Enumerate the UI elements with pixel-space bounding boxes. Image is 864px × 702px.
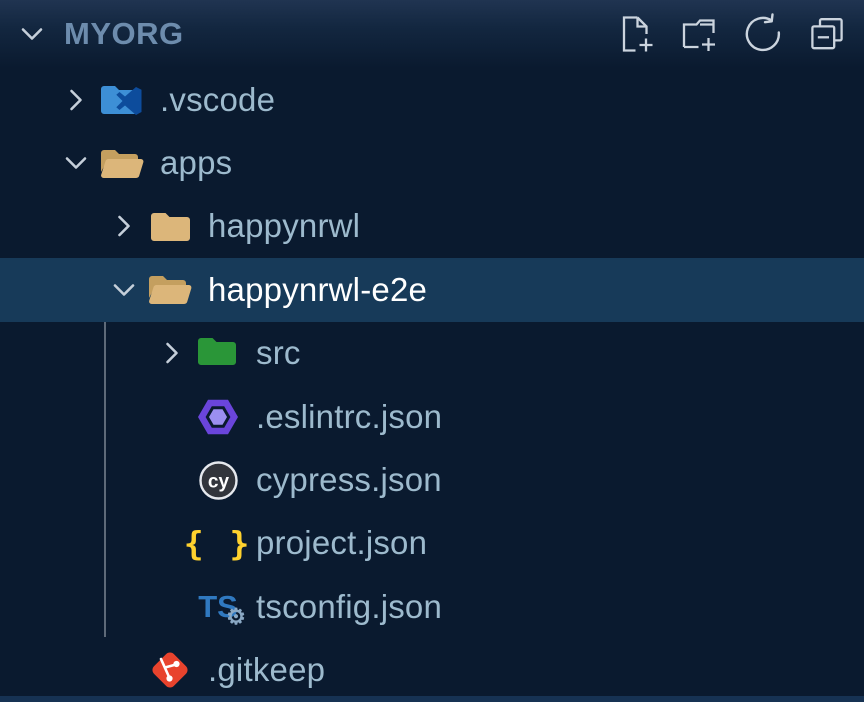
- file-tree: .vscode apps happynrwl happynrwl-e2e: [0, 68, 864, 702]
- chevron-down-icon[interactable]: [100, 275, 147, 305]
- chevron-down-icon[interactable]: [12, 19, 52, 49]
- tree-item-apps[interactable]: apps: [0, 131, 864, 194]
- tree-item-happynrwl-e2e[interactable]: happynrwl-e2e: [0, 258, 864, 321]
- tree-item-project-json[interactable]: { } project.json: [0, 512, 864, 575]
- chevron-right-icon[interactable]: [52, 85, 99, 115]
- tree-item-label: happynrwl-e2e: [208, 271, 427, 309]
- tree-item-src[interactable]: src: [0, 322, 864, 385]
- tree-item-label: apps: [160, 144, 232, 182]
- explorer-section-header[interactable]: MYORG: [0, 0, 864, 68]
- chevron-right-icon[interactable]: [148, 338, 195, 368]
- header-actions: [612, 11, 854, 57]
- tree-item-label: tsconfig.json: [256, 588, 442, 626]
- folder-open-icon: [147, 266, 193, 314]
- eslint-icon: [195, 393, 241, 441]
- new-file-icon[interactable]: [612, 11, 658, 57]
- refresh-icon[interactable]: [740, 11, 786, 57]
- section-title: MYORG: [64, 16, 612, 52]
- cypress-icon: cy: [195, 456, 241, 504]
- tree-item-happynrwl[interactable]: happynrwl: [0, 195, 864, 258]
- chevron-down-icon[interactable]: [52, 148, 99, 178]
- tree-item-label: project.json: [256, 524, 427, 562]
- folder-closed-icon: [147, 202, 193, 250]
- chevron-right-icon[interactable]: [100, 211, 147, 241]
- tree-item-label: src: [256, 334, 301, 372]
- explorer-sidebar: MYORG .vscode apps: [0, 0, 864, 702]
- git-icon: [147, 646, 193, 694]
- json-braces-icon: { }: [195, 519, 241, 567]
- tree-item-eslintrc-json[interactable]: .eslintrc.json: [0, 385, 864, 448]
- tree-item-label: .gitkeep: [208, 651, 325, 689]
- tree-item-gitkeep[interactable]: .gitkeep: [0, 639, 864, 702]
- typescript-icon: TS⚙: [195, 583, 241, 631]
- collapse-all-icon[interactable]: [804, 11, 850, 57]
- src-folder-icon: [195, 329, 241, 377]
- new-folder-icon[interactable]: [676, 11, 722, 57]
- bottom-strip: [0, 696, 864, 702]
- tree-item-label: .vscode: [160, 81, 275, 119]
- tree-item-cypress-json[interactable]: cy cypress.json: [0, 448, 864, 511]
- tree-item-vscode[interactable]: .vscode: [0, 68, 864, 131]
- tree-item-tsconfig-json[interactable]: TS⚙ tsconfig.json: [0, 575, 864, 638]
- tree-item-label: cypress.json: [256, 461, 442, 499]
- tree-item-label: .eslintrc.json: [256, 398, 442, 436]
- folder-open-icon: [99, 139, 145, 187]
- tree-item-label: happynrwl: [208, 207, 360, 245]
- svg-text:cy: cy: [207, 471, 229, 492]
- vscode-folder-icon: [99, 76, 145, 124]
